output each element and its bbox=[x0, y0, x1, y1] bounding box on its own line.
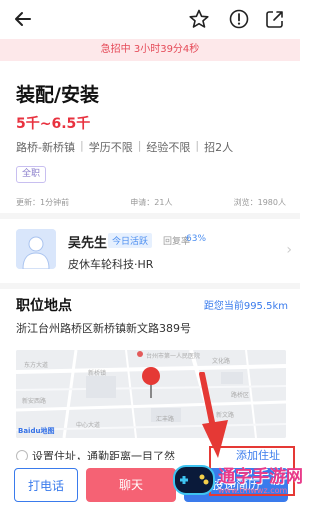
urgent-hiring-banner: 急招中 3小时39分4秒 bbox=[0, 39, 300, 61]
map-label: 文化路 bbox=[212, 358, 231, 365]
job-meta: 更新：1分钟前 申请：21人 浏览：1980人 bbox=[16, 197, 286, 208]
salary: 5千~6.5千 bbox=[16, 116, 91, 132]
top-bar bbox=[0, 0, 300, 38]
location-title: 职位地点 bbox=[16, 298, 72, 314]
hr-name: 吴先生 bbox=[68, 236, 108, 251]
meta-updated: 更新：1分钟前 bbox=[16, 198, 70, 207]
job-title: 装配/安装 bbox=[16, 84, 99, 106]
map-label: 新安西路 bbox=[22, 398, 47, 405]
tag-separator: | bbox=[79, 139, 84, 152]
report-icon[interactable] bbox=[228, 8, 250, 30]
tag-experience: 经验不限 bbox=[146, 141, 191, 154]
tag-separator: | bbox=[137, 139, 142, 152]
chat-button[interactable]: 聊天 bbox=[86, 468, 176, 502]
watermark-url: www.tmwwz.com bbox=[218, 486, 288, 495]
avatar bbox=[16, 229, 56, 269]
address-text: 浙江台州路桥区新桥镇新文路389号 bbox=[16, 322, 191, 335]
section-divider bbox=[0, 213, 300, 219]
hr-company: 皮休车轮科技·HR bbox=[68, 258, 154, 271]
meta-views: 浏览：1980人 bbox=[233, 198, 286, 207]
star-favorite-icon[interactable] bbox=[188, 8, 210, 30]
tag-headcount: 招2人 bbox=[204, 141, 234, 154]
map-label: 汇丰路 bbox=[156, 416, 175, 423]
share-icon[interactable] bbox=[264, 8, 286, 30]
job-tags: 路桥-新桥镇 | 学历不限 | 经验不限 | 招2人 bbox=[16, 139, 233, 155]
meta-applicants: 申请：21人 bbox=[130, 198, 173, 207]
site-watermark: 通字手游网 www.tmwwz.com bbox=[170, 448, 303, 513]
hr-card[interactable]: 吴先生 今日活跃 回复率 63% 皮休车轮科技·HR › bbox=[16, 229, 296, 277]
hr-reply-rate: 63% bbox=[186, 234, 207, 244]
map-pin-icon bbox=[142, 367, 160, 398]
distance-text: 距您当前995.5km bbox=[203, 301, 288, 312]
tag-education: 学历不限 bbox=[88, 141, 133, 154]
section-divider bbox=[0, 283, 300, 289]
gamepad-icon bbox=[173, 465, 215, 495]
job-type-badge: 全职 bbox=[16, 166, 47, 183]
call-button[interactable]: 打电话 bbox=[14, 468, 78, 502]
watermark-text: 通字手游网 bbox=[218, 467, 303, 487]
back-arrow-icon[interactable] bbox=[12, 8, 34, 30]
map-label: 东方大道 bbox=[24, 362, 49, 369]
tag-separator: | bbox=[195, 139, 200, 152]
hr-active-badge: 今日活跃 bbox=[108, 233, 153, 248]
map-label: 台州市第一人民医院 bbox=[146, 353, 201, 360]
map-provider-logo: Baidu地图 bbox=[18, 427, 55, 435]
tag-location: 路桥-新桥镇 bbox=[16, 141, 75, 154]
map-label: 中心大道 bbox=[76, 422, 101, 429]
person-icon bbox=[16, 229, 56, 269]
location-map[interactable]: 台州市第一人民医院 东方大道 新桥镇 文化路 新安西路 路桥区 汇丰路 中心大道… bbox=[16, 350, 286, 438]
chevron-right-icon: › bbox=[286, 242, 292, 258]
map-label: 新桥镇 bbox=[88, 370, 107, 377]
